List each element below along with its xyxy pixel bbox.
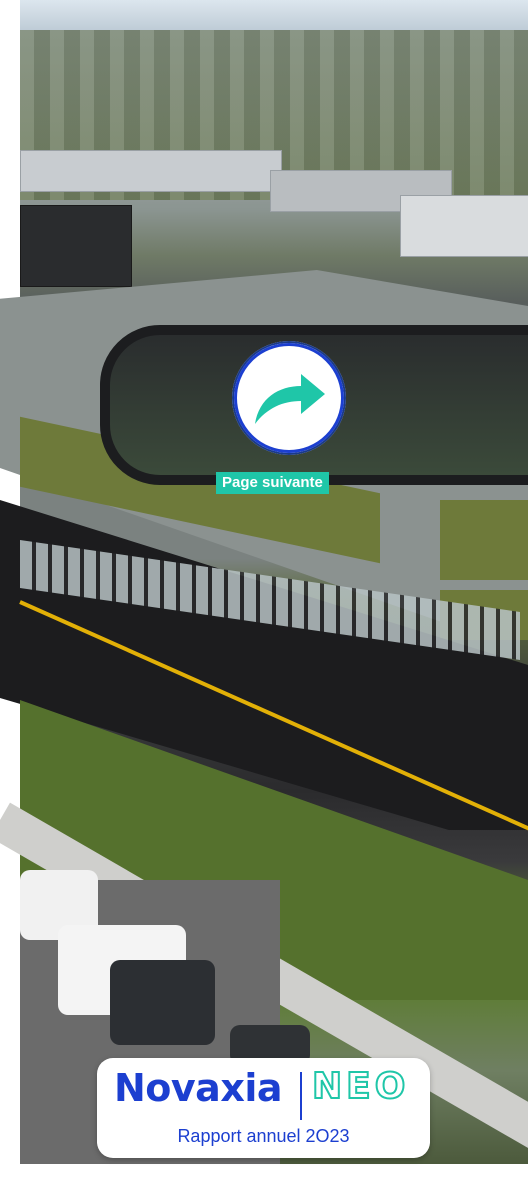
brand-logo-neo: NEO (311, 1065, 410, 1108)
brand-card: Novaxia NEO Rapport annuel 2O23 (97, 1058, 430, 1158)
warehouse (20, 150, 282, 192)
next-page-button[interactable] (232, 341, 346, 455)
warehouse (400, 195, 528, 257)
green-roof-strip (440, 500, 528, 580)
button-ring (234, 343, 344, 453)
next-page-label[interactable]: Page suivante (216, 472, 329, 494)
report-subtitle: Rapport annuel 2O23 (177, 1126, 350, 1146)
car (110, 960, 215, 1045)
dark-building (20, 205, 132, 287)
brand-divider (300, 1072, 302, 1120)
brand-logo-novaxia: Novaxia (114, 1066, 283, 1110)
